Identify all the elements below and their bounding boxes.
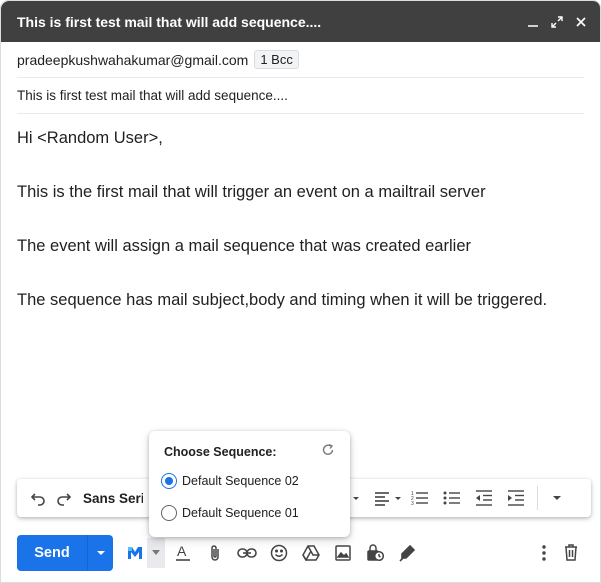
bulleted-list-icon[interactable]	[439, 485, 465, 511]
font-family-select[interactable]: Sans Serif	[83, 491, 143, 506]
minimize-icon[interactable]	[526, 15, 540, 29]
insert-link-icon[interactable]	[231, 537, 263, 569]
compose-titlebar[interactable]: This is first test mail that will add se…	[1, 1, 600, 42]
radio-unselected[interactable]	[161, 505, 177, 521]
expand-icon[interactable]	[550, 15, 564, 29]
send-button[interactable]: Send	[17, 534, 87, 571]
numbered-list-icon[interactable]: 123	[407, 485, 433, 511]
insert-signature-icon[interactable]	[391, 537, 423, 569]
svg-text:3: 3	[411, 501, 414, 506]
extension-dropdown-icon[interactable]	[147, 537, 165, 568]
sequence-option-2[interactable]: Default Sequence 01	[161, 505, 299, 521]
send-button-group: Send	[17, 534, 113, 571]
align-icon[interactable]	[371, 485, 407, 511]
confidential-mode-icon[interactable]	[359, 537, 391, 569]
redo-icon[interactable]	[51, 485, 77, 511]
google-drive-icon[interactable]	[295, 537, 327, 569]
radio-selected[interactable]	[161, 473, 177, 489]
formatting-options-icon[interactable]: A	[167, 537, 199, 569]
discard-draft-icon[interactable]	[556, 537, 586, 569]
insert-photo-icon[interactable]	[327, 537, 359, 569]
svg-text:A: A	[177, 544, 187, 559]
undo-icon[interactable]	[25, 485, 51, 511]
compose-title: This is first test mail that will add se…	[17, 13, 322, 30]
compose-bottom-bar: Send A	[17, 534, 586, 571]
subject-text[interactable]: This is first test mail that will add se…	[17, 88, 288, 103]
mailtrail-extension-icon[interactable]	[123, 537, 147, 569]
body-paragraph-2: The event will assign a mail sequence th…	[17, 237, 471, 255]
body-paragraph-3: The sequence has mail subject,body and t…	[17, 291, 548, 309]
compose-window: This is first test mail that will add se…	[0, 0, 601, 583]
subject-field[interactable]: This is first test mail that will add se…	[17, 78, 584, 114]
toolbar-divider	[537, 486, 538, 510]
more-formatting-icon[interactable]	[544, 485, 570, 511]
indent-more-icon[interactable]	[503, 485, 529, 511]
recipient-to[interactable]: pradeepkushwahakumar@gmail.com	[17, 52, 248, 68]
attach-file-icon[interactable]	[199, 537, 231, 569]
more-options-icon[interactable]	[532, 537, 556, 569]
schedule-send-dropdown[interactable]	[87, 534, 113, 571]
refresh-icon[interactable]	[321, 443, 335, 457]
sequence-option-1[interactable]: Default Sequence 02	[161, 473, 299, 489]
body-greeting: Hi <Random User>,	[17, 129, 163, 147]
sequence-option-label: Default Sequence 01	[182, 506, 299, 520]
indent-less-icon[interactable]	[471, 485, 497, 511]
window-controls	[526, 15, 600, 29]
bcc-chip[interactable]: 1 Bcc	[254, 50, 299, 69]
insert-emoji-icon[interactable]	[263, 537, 295, 569]
choose-sequence-popup: Choose Sequence: Default Sequence 02 Def…	[149, 431, 350, 537]
sequence-option-label: Default Sequence 02	[182, 474, 299, 488]
popup-title: Choose Sequence:	[164, 445, 277, 459]
body-paragraph-1: This is the first mail that will trigger…	[17, 183, 486, 201]
close-icon[interactable]	[574, 15, 588, 29]
recipients-field[interactable]: pradeepkushwahakumar@gmail.com 1 Bcc	[17, 42, 584, 78]
message-body[interactable]: Hi <Random User>, This is the first mail…	[17, 125, 576, 341]
